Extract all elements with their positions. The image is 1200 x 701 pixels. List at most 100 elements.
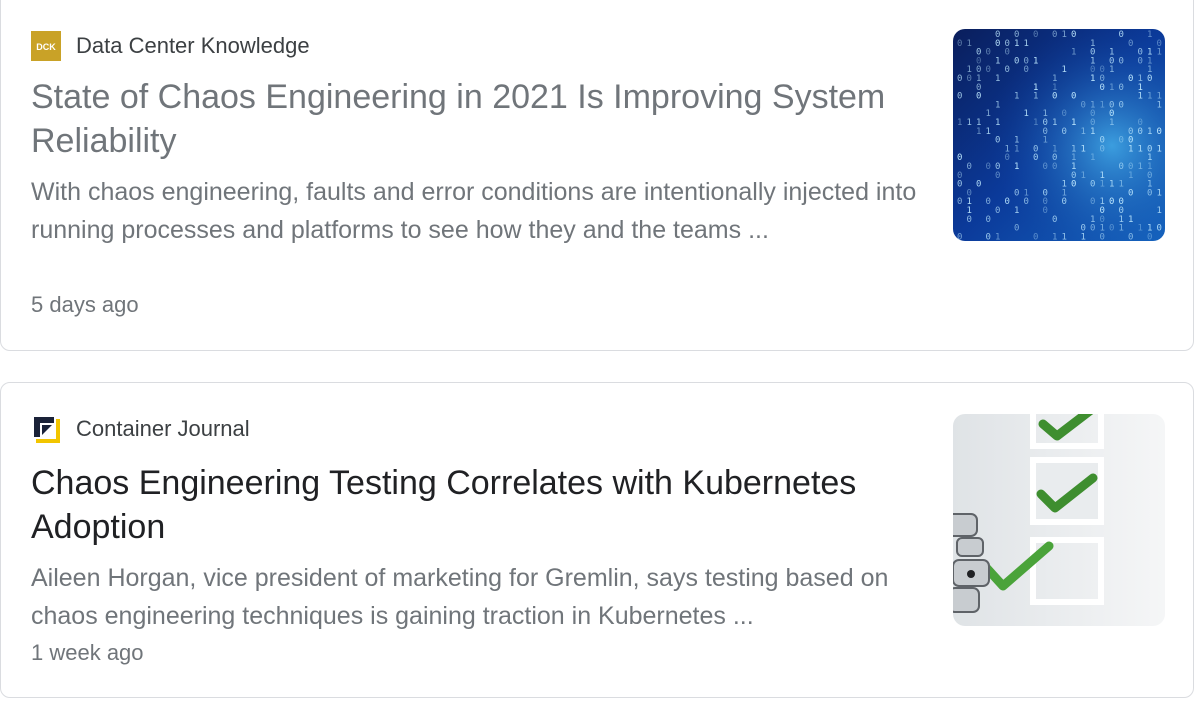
svg-text:0: 0 [995,206,1000,216]
source-row: Container Journal [31,414,250,444]
svg-text:0: 0 [957,39,962,49]
svg-text:1: 1 [1138,92,1143,102]
svg-text:1: 1 [1024,109,1029,119]
svg-text:0: 0 [976,180,981,190]
svg-text:0: 0 [1005,153,1010,163]
svg-text:0: 0 [1100,144,1105,154]
svg-text:1: 1 [1090,127,1095,137]
svg-text:0: 0 [1119,100,1124,110]
svg-text:0: 0 [1052,30,1057,40]
svg-text:0: 0 [1119,56,1124,66]
svg-text:1: 1 [1109,65,1114,75]
svg-text:0: 0 [1100,232,1105,241]
svg-text:1: 1 [1024,39,1029,49]
source-name[interactable]: Data Center Knowledge [76,31,310,61]
svg-text:1: 1 [1033,118,1038,128]
svg-text:1: 1 [1100,100,1105,110]
svg-text:0: 0 [1090,197,1095,207]
svg-text:1: 1 [976,127,981,137]
news-card[interactable]: DCK Data Center Knowledge State of Chaos… [0,0,1194,351]
source-name[interactable]: Container Journal [76,414,250,444]
svg-text:0: 0 [1157,224,1162,234]
svg-text:1: 1 [967,39,972,49]
svg-text:0: 0 [1090,224,1095,234]
svg-text:1: 1 [1128,171,1133,181]
svg-text:1: 1 [1147,30,1152,40]
svg-text:1: 1 [995,118,1000,128]
article-timestamp: 5 days ago [31,292,139,317]
article-snippet: Aileen Horgan, vice president of marketi… [31,564,889,630]
svg-text:0: 0 [957,232,962,241]
svg-text:0: 0 [957,74,962,84]
svg-text:0: 0 [1138,127,1143,137]
article-headline[interactable]: State of Chaos Engineering in 2021 Is Im… [31,75,911,163]
article-snippet: With chaos engineering, faults and error… [31,178,917,244]
svg-text:1: 1 [1157,188,1162,198]
svg-text:1: 1 [986,109,991,119]
news-card[interactable]: Container Journal Chaos Engineering Test… [0,382,1194,698]
article-headline[interactable]: Chaos Engineering Testing Correlates wit… [31,461,911,549]
svg-text:1: 1 [1147,127,1152,137]
svg-text:1: 1 [1014,162,1019,172]
svg-text:0: 0 [1062,109,1067,119]
svg-text:1: 1 [995,56,1000,66]
svg-text:1: 1 [1081,127,1086,137]
svg-text:1: 1 [1147,92,1152,102]
svg-text:0: 0 [1043,162,1048,172]
svg-text:0: 0 [967,74,972,84]
svg-text:1: 1 [1128,215,1133,225]
svg-text:0: 0 [1100,83,1105,93]
svg-text:0: 0 [1005,48,1010,58]
svg-text:0: 0 [1033,153,1038,163]
svg-text:0: 0 [986,65,991,75]
svg-text:0: 0 [1043,206,1048,216]
svg-text:0: 0 [1024,197,1029,207]
svg-text:1: 1 [1157,100,1162,110]
svg-text:0: 0 [1071,180,1076,190]
svg-text:0: 0 [1147,232,1152,241]
svg-text:0: 0 [1062,197,1067,207]
svg-text:1: 1 [1138,224,1143,234]
svg-text:0: 0 [1014,224,1019,234]
svg-text:0: 0 [957,92,962,102]
binary-data-image[interactable]: 0001000001101001100001001100011000000111… [953,29,1165,241]
svg-text:1: 1 [957,118,962,128]
svg-text:1: 1 [1062,232,1067,241]
svg-text:1: 1 [1109,83,1114,93]
svg-text:0: 0 [1119,136,1124,146]
svg-text:0: 0 [1052,92,1057,102]
svg-text:0: 0 [1081,100,1086,110]
svg-text:0: 0 [1138,56,1143,66]
svg-text:0: 0 [1033,30,1038,40]
svg-text:0: 0 [957,180,962,190]
svg-text:1: 1 [1014,92,1019,102]
svg-text:1: 1 [1062,30,1067,40]
svg-text:1: 1 [1071,48,1076,58]
svg-text:0: 0 [1052,162,1057,172]
svg-text:0: 0 [1005,65,1010,75]
svg-text:0: 0 [957,197,962,207]
svg-text:1: 1 [1014,144,1019,154]
favicon-text: DCK [36,42,56,52]
svg-text:0: 0 [967,162,972,172]
svg-text:1: 1 [986,127,991,137]
svg-text:0: 0 [1119,83,1124,93]
svg-text:0: 0 [1119,162,1124,172]
svg-text:0: 0 [1128,188,1133,198]
svg-text:0: 0 [1062,127,1067,137]
svg-text:1: 1 [1014,39,1019,49]
svg-text:0: 0 [1071,92,1076,102]
article-timestamp: 1 week ago [31,640,144,665]
source-row: DCK Data Center Knowledge [31,31,310,61]
svg-text:1: 1 [1109,180,1114,190]
svg-text:0: 0 [967,215,972,225]
svg-text:1: 1 [1071,118,1076,128]
svg-text:0: 0 [1052,215,1057,225]
svg-text:1: 1 [1100,180,1105,190]
checklist-image[interactable] [953,414,1165,626]
svg-text:1: 1 [1090,74,1095,84]
svg-text:1: 1 [1014,206,1019,216]
svg-text:1: 1 [1052,118,1057,128]
svg-text:0: 0 [1109,224,1114,234]
svg-text:0: 0 [986,232,991,241]
